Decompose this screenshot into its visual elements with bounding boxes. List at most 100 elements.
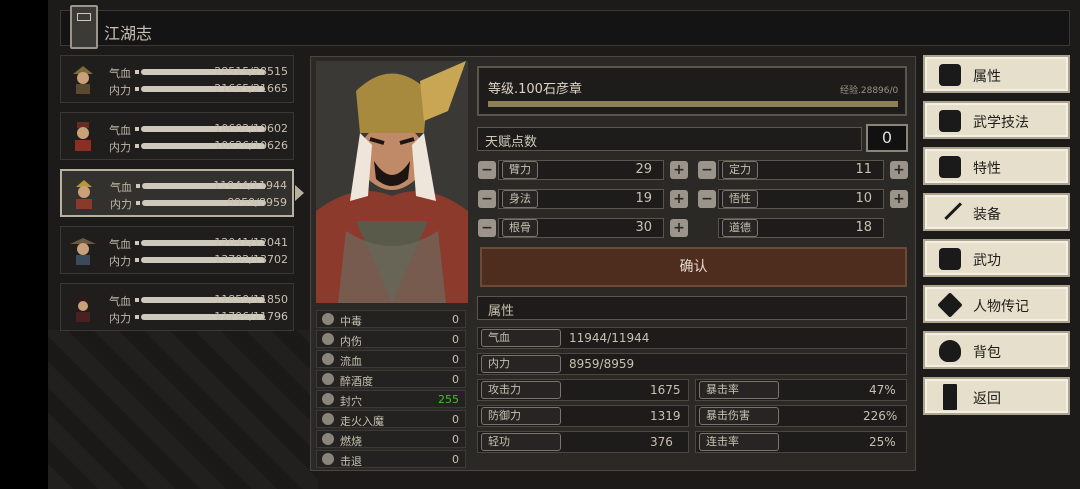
boot-icon [322, 453, 334, 465]
hp-attr-label: 气血 [481, 329, 561, 347]
stat-value: 30 [635, 220, 652, 235]
traits-icon [939, 156, 961, 178]
crit-rate-value: 47% [869, 383, 896, 397]
blood-drop-icon [322, 353, 334, 365]
status-name: 醉酒度 [340, 375, 373, 388]
background-pattern [48, 330, 318, 489]
drunk-face-icon [322, 373, 334, 385]
menu-label: 属性 [973, 69, 1001, 85]
mp-value: 10626/10626 [214, 139, 288, 152]
status-value: 0 [452, 373, 459, 386]
plus-button[interactable]: + [670, 190, 688, 208]
crit-damage-value: 226% [863, 409, 898, 423]
status-burning: 燃烧 0 [316, 430, 466, 448]
stat-name: 悟性 [722, 190, 758, 208]
character-slot-5[interactable]: 气血 11850/11850 内力 11796/11796 [60, 283, 294, 331]
minus-button[interactable]: − [478, 161, 496, 179]
status-name: 击退 [340, 455, 362, 468]
plus-button[interactable]: + [670, 161, 688, 179]
minus-button[interactable]: − [478, 219, 496, 237]
status-value: 0 [452, 333, 459, 346]
crit-damage-label: 暴击伤害 [699, 407, 779, 425]
character-avatar [73, 66, 93, 94]
minus-button[interactable]: − [698, 161, 716, 179]
exp-text: 经验.28896/0 [840, 86, 899, 96]
confirm-button[interactable]: 确认 [480, 247, 907, 287]
menu-label: 武学技法 [973, 115, 1029, 131]
book-icon [939, 248, 961, 270]
seal-icon [322, 393, 334, 405]
status-name: 内伤 [340, 335, 362, 348]
flame-icon [322, 433, 334, 445]
status-value: 0 [452, 453, 459, 466]
character-avatar [70, 238, 96, 265]
status-value: 0 [452, 353, 459, 366]
crit-rate-label: 暴击率 [699, 381, 779, 399]
mp-value: 8959/8959 [227, 196, 287, 209]
menu-equipment-button[interactable]: 装备 [923, 193, 1070, 231]
menu-skills-button[interactable]: 武学技法 [923, 101, 1070, 139]
menu-label: 装备 [973, 207, 1001, 223]
character-portrait [316, 61, 468, 303]
character-avatar [76, 180, 92, 209]
status-value: 0 [452, 433, 459, 446]
hp-label: 气血 [109, 124, 131, 137]
combo-label: 连击率 [699, 433, 779, 451]
menu-label: 返回 [973, 391, 1001, 407]
hp-value: 12041/12041 [214, 236, 288, 249]
character-slot-1[interactable]: 气血 28515/28515 内力 21665/21665 [60, 55, 294, 103]
plus-button[interactable]: + [890, 190, 908, 208]
qinggong-label: 轻功 [481, 433, 561, 451]
character-slot-2[interactable]: 气血 10602/10602 内力 10626/10626 [60, 112, 294, 160]
selection-arrow-icon [295, 185, 304, 201]
stat-value: 19 [635, 191, 652, 206]
attributes-header-label: 属性 [488, 304, 515, 319]
menu-attributes-button[interactable]: 属性 [923, 55, 1070, 93]
status-drunk: 醉酒度 0 [316, 370, 466, 388]
stat-value: 18 [855, 220, 872, 235]
hp-label: 气血 [110, 181, 132, 194]
status-qi-deviation: 走火入魔 0 [316, 410, 466, 428]
mp-label: 内力 [109, 84, 131, 97]
menu-label: 特性 [973, 161, 1001, 177]
menu-label: 武功 [973, 253, 1001, 269]
menu-traits-button[interactable]: 特性 [923, 147, 1070, 185]
hp-label: 气血 [109, 295, 131, 308]
hp-value: 10602/10602 [214, 122, 288, 135]
stat-name: 根骨 [502, 219, 538, 237]
game-screen: 江湖志 气血 28515/28515 内力 21665/21665 气血 106… [0, 0, 1080, 489]
hp-attr-value: 11944/11944 [569, 331, 650, 345]
attack-value: 1675 [650, 383, 681, 397]
talent-label: 天赋点数 [485, 135, 538, 150]
menu-bag-button[interactable]: 背包 [923, 331, 1070, 369]
sword-icon [937, 195, 963, 221]
status-name: 燃烧 [340, 435, 362, 448]
hp-value: 11944/11944 [213, 179, 287, 192]
mp-value: 21665/21665 [214, 82, 288, 95]
status-value: 0 [452, 313, 459, 326]
qinggong-value: 376 [650, 435, 673, 449]
plus-button[interactable]: + [670, 219, 688, 237]
minus-button[interactable]: − [478, 190, 496, 208]
character-slot-4[interactable]: 气血 12041/12041 内力 13702/13702 [60, 226, 294, 274]
status-bleeding: 流血 0 [316, 350, 466, 368]
character-slot-3-selected[interactable]: 气血 11944/11944 内力 8959/8959 [60, 169, 304, 217]
defense-value: 1319 [650, 409, 681, 423]
combo-value: 25% [869, 435, 896, 449]
stat-name: 道德 [722, 219, 758, 237]
status-sealed-points: 封穴 255 [316, 390, 466, 408]
status-knockback: 击退 0 [316, 450, 466, 468]
minus-button[interactable]: − [698, 190, 716, 208]
level-name: 等级.100石彦章 [488, 82, 582, 97]
menu-martial-arts-button[interactable]: 武功 [923, 239, 1070, 277]
mp-label: 内力 [109, 255, 131, 268]
exp-bar [488, 101, 898, 107]
stat-name: 定力 [722, 161, 758, 179]
character-avatar [75, 122, 91, 151]
menu-biography-button[interactable]: 人物传记 [923, 285, 1070, 323]
menu-back-button[interactable]: 返回 [923, 377, 1070, 415]
status-name: 流血 [340, 355, 362, 368]
attack-label: 攻击力 [481, 381, 561, 399]
plus-button[interactable]: + [890, 161, 908, 179]
attributes-icon [939, 64, 961, 86]
